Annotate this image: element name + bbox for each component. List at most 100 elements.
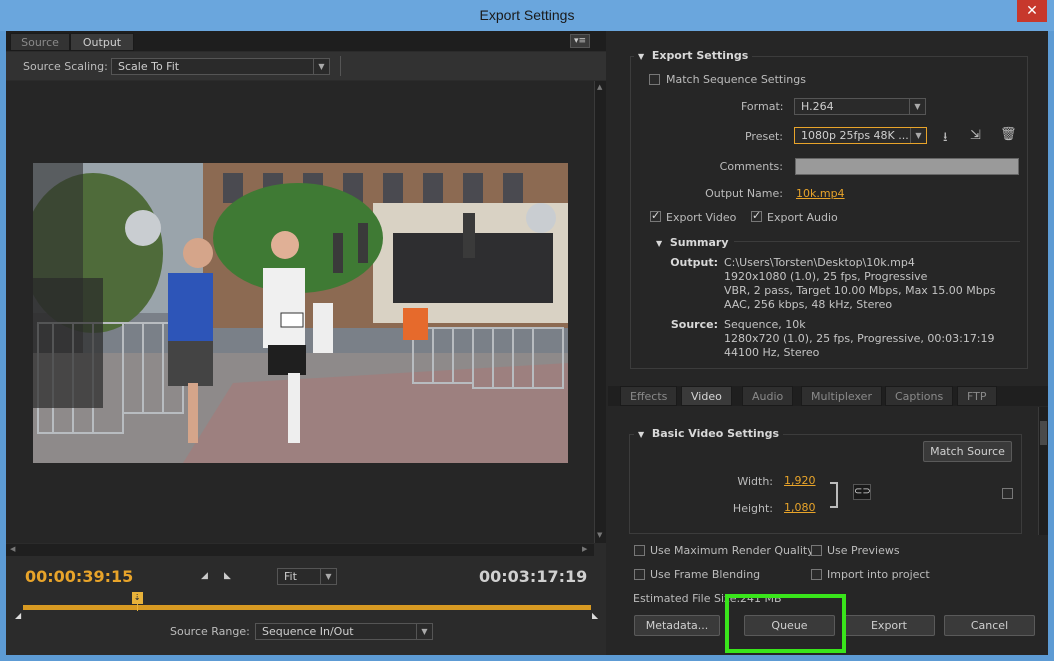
summary-output-label: Output: xyxy=(670,256,718,269)
current-timecode[interactable]: 00:00:39:15 xyxy=(25,567,133,586)
scroll-thumb[interactable] xyxy=(1040,421,1047,445)
resize-checkbox[interactable] xyxy=(1002,488,1013,499)
total-duration: 00:03:17:19 xyxy=(479,567,588,586)
source-range-value: Sequence In/Out xyxy=(262,625,354,638)
chevron-down-icon: ▼ xyxy=(416,624,432,639)
match-source-button[interactable]: Match Source xyxy=(923,441,1012,462)
comments-label: Comments: xyxy=(719,160,783,173)
summary-output-line: AAC, 256 kbps, 48 kHz, Stereo xyxy=(724,298,893,311)
expand-triangle-icon: ▼ xyxy=(656,239,663,248)
summary-output-line: VBR, 2 pass, Target 10.00 Mbps, Max 15.0… xyxy=(724,284,996,297)
tab-output[interactable]: Output xyxy=(70,33,134,51)
link-bracket xyxy=(830,482,838,508)
tab-video[interactable]: Video xyxy=(681,386,732,406)
settings-vertical-scrollbar[interactable] xyxy=(1038,407,1048,535)
chevron-down-icon: ▼ xyxy=(910,128,926,143)
scroll-down-arrow[interactable]: ▼ xyxy=(597,531,604,539)
playhead-marker[interactable]: ⇣ xyxy=(131,592,143,604)
chevron-down-icon: ▼ xyxy=(313,59,329,74)
preview-pane: Source Output ▾≡ Source Scaling: Scale T… xyxy=(6,31,606,655)
scroll-up-arrow[interactable]: ▲ xyxy=(597,83,604,91)
summary-output-line: 1920x1080 (1.0), 25 fps, Progressive xyxy=(724,270,928,283)
playhead-line xyxy=(136,604,138,611)
export-audio-label: Export Audio xyxy=(767,211,838,224)
summary-source-line: 44100 Hz, Stereo xyxy=(724,346,820,359)
chevron-down-icon: ▼ xyxy=(909,99,925,114)
export-audio-checkbox[interactable] xyxy=(751,209,762,222)
height-value[interactable]: 1,080 xyxy=(784,501,816,514)
preview-vertical-scrollbar[interactable]: ▲ ▼ xyxy=(594,81,606,543)
queue-highlight-box xyxy=(725,594,846,653)
export-button[interactable]: Export xyxy=(843,615,935,636)
save-preset-icon[interactable]: ⭳ xyxy=(943,128,948,150)
source-range-label: Source Range: xyxy=(170,625,250,638)
import-project-checkbox[interactable] xyxy=(811,569,822,580)
timeline-bar[interactable] xyxy=(23,605,591,610)
chevron-down-icon: ▼ xyxy=(320,569,336,584)
trash-icon[interactable]: 🗑 xyxy=(1000,127,1017,142)
metadata-button[interactable]: Metadata... xyxy=(634,615,720,636)
summary-title: Summary xyxy=(669,236,729,249)
close-button[interactable]: ✕ xyxy=(1017,0,1047,22)
max-render-quality-checkbox[interactable] xyxy=(634,545,645,556)
max-render-quality-label: Use Maximum Render Quality xyxy=(650,544,814,557)
width-label: Width: xyxy=(737,475,773,488)
dialog-client: Source Output ▾≡ Source Scaling: Scale T… xyxy=(6,31,1048,655)
summary-source-line: 1280x720 (1.0), 25 fps, Progressive, 00:… xyxy=(724,332,995,345)
use-previews-checkbox[interactable] xyxy=(811,545,822,556)
preview-horizontal-scrollbar[interactable]: ◀ ▶ xyxy=(6,544,594,556)
export-settings-header[interactable]: ▼ Export Settings xyxy=(634,49,753,62)
tab-ftp[interactable]: FTP xyxy=(957,386,997,406)
panel-menu-icon[interactable]: ▾≡ xyxy=(570,34,590,48)
expand-triangle-icon: ▼ xyxy=(638,430,645,439)
frame-blending-checkbox[interactable] xyxy=(634,569,645,580)
settings-pane: ▼ Export Settings Match Sequence Setting… xyxy=(608,31,1048,655)
format-dropdown[interactable]: H.264 ▼ xyxy=(794,98,926,115)
tab-audio[interactable]: Audio xyxy=(742,386,794,406)
divider xyxy=(734,241,1020,242)
out-point-marker[interactable]: ◣ xyxy=(592,611,598,620)
tab-source[interactable]: Source xyxy=(10,33,70,51)
match-sequence-checkbox[interactable] xyxy=(649,74,660,85)
set-in-point-icon[interactable]: ◢ xyxy=(201,571,208,581)
scroll-left-arrow[interactable]: ◀ xyxy=(10,545,15,553)
cancel-button[interactable]: Cancel xyxy=(944,615,1035,636)
preset-label: Preset: xyxy=(744,130,783,143)
video-preview-frame xyxy=(33,163,568,463)
preset-dropdown[interactable]: 1080p 25fps 48K ... ▼ xyxy=(794,127,927,144)
summary-source-line: Sequence, 10k xyxy=(724,318,806,331)
frame-blending-label: Use Frame Blending xyxy=(650,568,761,581)
source-scaling-dropdown[interactable]: Scale To Fit ▼ xyxy=(111,58,330,75)
tab-effects[interactable]: Effects xyxy=(620,386,678,406)
summary-header[interactable]: ▼ Summary xyxy=(656,236,729,249)
set-out-point-icon[interactable]: ◣ xyxy=(224,571,231,581)
export-settings-title: Export Settings xyxy=(651,49,749,62)
summary-source-label: Source: xyxy=(670,318,718,331)
format-label: Format: xyxy=(741,100,784,113)
export-settings-window: Export Settings ✕ Source Output ▾≡ Sourc… xyxy=(0,0,1054,661)
output-name-link[interactable]: 10k.mp4 xyxy=(796,187,845,200)
scroll-right-arrow[interactable]: ▶ xyxy=(582,545,587,553)
source-scaling-label: Source Scaling: xyxy=(23,60,108,73)
tab-captions[interactable]: Captions xyxy=(885,386,954,406)
format-value: H.264 xyxy=(801,100,834,113)
tab-multiplexer[interactable]: Multiplexer xyxy=(801,386,882,406)
import-preset-icon[interactable]: ⇲ xyxy=(970,128,981,143)
source-range-dropdown[interactable]: Sequence In/Out ▼ xyxy=(255,623,433,640)
zoom-value: Fit xyxy=(284,570,297,583)
import-project-label: Import into project xyxy=(827,568,930,581)
zoom-dropdown[interactable]: Fit ▼ xyxy=(277,568,337,585)
title-bar[interactable]: Export Settings ✕ xyxy=(0,0,1054,31)
link-chain-icon[interactable]: ⊂⊃ xyxy=(853,484,871,500)
basic-video-header[interactable]: ▼ Basic Video Settings xyxy=(634,427,784,440)
preset-value: 1080p 25fps 48K ... xyxy=(801,129,909,142)
output-name-label: Output Name: xyxy=(705,187,783,200)
settings-tabbar: Effects Video Audio Multiplexer Captions… xyxy=(608,386,1048,406)
export-video-checkbox[interactable] xyxy=(650,209,661,222)
width-value[interactable]: 1,920 xyxy=(784,474,816,487)
comments-input[interactable] xyxy=(795,158,1019,175)
summary-output-line: C:\Users\Torsten\Desktop\10k.mp4 xyxy=(724,256,915,269)
divider xyxy=(340,56,341,76)
basic-video-title: Basic Video Settings xyxy=(651,427,780,440)
in-point-marker[interactable]: ◢ xyxy=(15,611,21,620)
